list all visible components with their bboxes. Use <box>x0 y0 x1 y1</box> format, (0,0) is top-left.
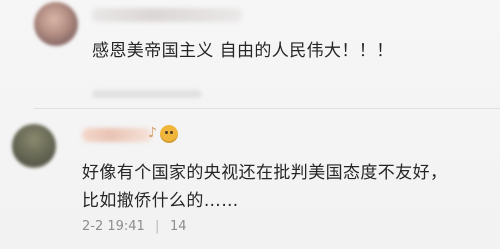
emoji-icon <box>160 125 178 143</box>
reply-count[interactable]: 14 <box>170 219 187 234</box>
meta-separator: | <box>155 219 160 234</box>
commenter-name-redacted <box>82 128 152 142</box>
comment-text: 感恩美帝国主义 自由的人民伟大！！！ <box>92 41 394 61</box>
comment-meta-redacted <box>92 90 202 98</box>
comment-timestamp: 2-2 19:41 <box>82 219 145 234</box>
comment-feed: 感恩美帝国主义 自由的人民伟大！！！ ♪ 好像有个国家的央视还在批判美国态度不友… <box>0 0 500 249</box>
comment-text-line: 好像有个国家的央视还在批判美国态度不友好， <box>82 163 448 183</box>
commenter-name-redacted <box>92 8 242 22</box>
commenter-name-suffix: ♪ <box>148 125 157 141</box>
comment-divider <box>34 108 500 109</box>
commenter-avatar[interactable] <box>12 124 56 168</box>
commenter-avatar[interactable] <box>34 2 78 46</box>
comment-text-line: 比如撤侨什么的…… <box>82 191 239 211</box>
